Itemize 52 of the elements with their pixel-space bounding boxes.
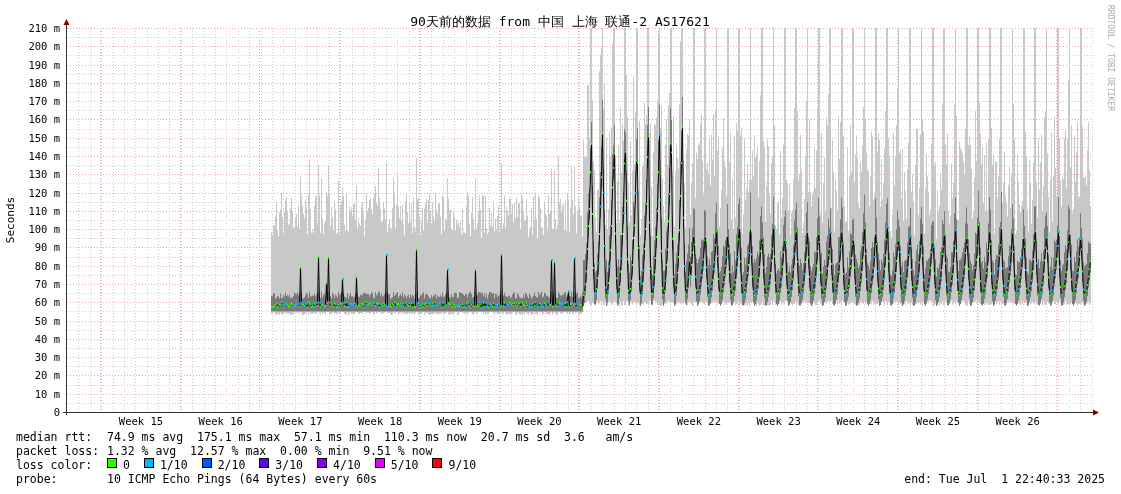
y-axis-label: 170 m [28,95,60,108]
x-axis-label: Week 17 [278,415,323,427]
legend-label: median rtt: [16,430,94,444]
x-axis-label: Week 19 [437,415,482,427]
x-axis-label: Week 20 [517,415,562,427]
legend-text: 1/10 [159,458,188,472]
legend-text: 10 ICMP Echo Pings (64 Bytes) every 60s [107,472,379,486]
legend-text: 4/10 [333,458,361,472]
y-axis-label: 150 m [28,131,60,144]
legend-label: packet loss: [16,444,101,458]
chart-title: 90天前的数据 from 中国 上海 联通-2 AS17621 [410,14,710,29]
y-axis-label: 70 m [34,278,60,290]
y-axis-label: 80 m [34,259,60,272]
y-axis-label: 190 m [28,58,60,71]
legend-text: 9/10 [448,458,477,472]
x-axis-label: Week 23 [756,415,801,427]
legend-text: 3/10 [275,458,304,472]
legend-text: 2/10 [217,458,246,472]
y-axis-label: 10 m [34,387,60,400]
y-axis-label: 0 [53,406,60,418]
y-axis-label: 140 m [28,150,60,162]
x-axis-label: Week 25 [915,415,961,427]
y-axis-label: 40 m [34,332,60,345]
x-axis-label: Week 18 [357,415,403,427]
y-axis-label: 110 m [28,204,60,217]
y-axis-label: 200 m [28,40,60,53]
y-axis-label: 120 m [28,186,60,199]
x-axis-label: Week 15 [118,415,164,427]
y-axis-label: 30 m [34,351,60,364]
y-axis-label: 210 m [28,22,60,34]
end-time: end: Tue Jul 1 22:40:33 2025 [904,472,1105,486]
legend-text: 74.9 ms avg 175.1 ms max 57.1 ms min 110.3 ms now 20.7 ms sd 3.6 am/s [107,430,634,444]
legend-text: 5/10 [390,458,419,472]
legend-label: loss color: [16,458,94,472]
y-axis-title: Seconds [4,196,17,244]
y-axis-label: 100 m [28,223,60,236]
x-axis-label: Week 21 [597,415,642,427]
y-axis-label: 160 m [28,113,60,126]
x-axis-label: Week 24 [836,415,881,427]
credit-text: RRDTOOL / TOBI OETIKER [1106,5,1115,111]
x-axis-label: Week 16 [198,415,243,427]
y-axis-label: 90 m [34,241,60,254]
y-axis-label: 60 m [34,296,60,309]
legend-text: 0 [123,458,130,472]
x-axis-label: Week 26 [995,415,1040,427]
x-axis-label: Week 22 [676,415,722,427]
y-axis-label: 50 m [34,314,60,327]
y-axis-label: 180 m [28,76,60,89]
legend-text: 1.32 % avg 12.57 % max 0.00 % min 9.51 % now [107,444,433,458]
y-axis-label: 20 m [34,369,60,382]
legend-label: probe: [16,472,59,486]
y-axis-label: 130 m [28,168,60,181]
